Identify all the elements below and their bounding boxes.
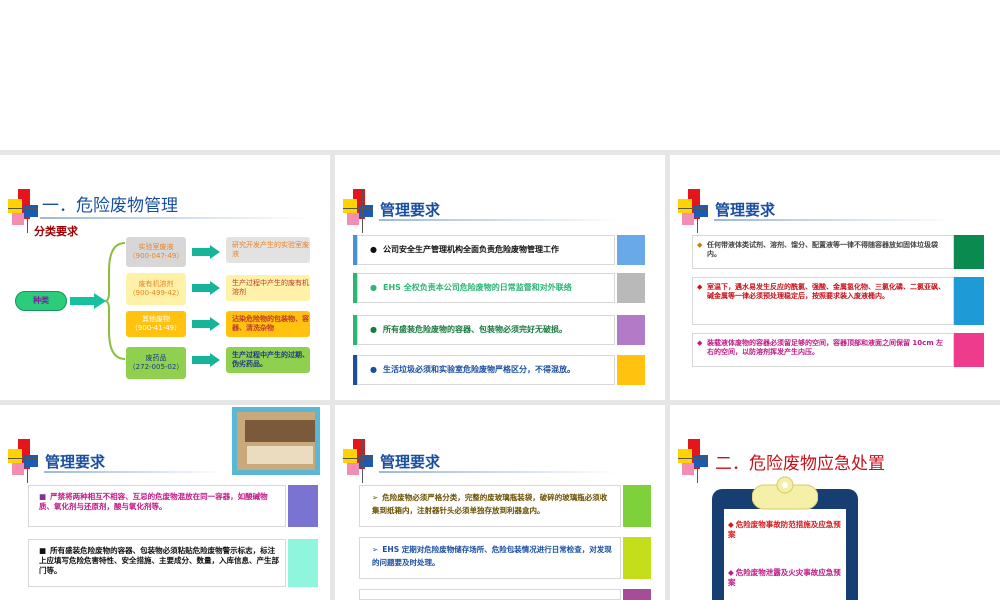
list-item-text: 危险废物必须严格分类，完整的废玻璃瓶装袋，破碎的玻璃瓶必须收集到纸箱内，注射器针… (372, 493, 608, 515)
item-accent (617, 315, 645, 345)
slide-decoration (678, 189, 708, 233)
list-item-text: 任何带液体类试剂、溶剂、馏分、配置液等一律不得随容器放如固体垃圾袋内。 (707, 241, 938, 259)
item-accent (623, 485, 651, 527)
item-accent (954, 277, 984, 325)
list-item: ● 生活垃圾必须和实验室危险废物严格区分，不得混放。 (357, 355, 615, 385)
category-desc: 沾染危险物的包装物、容器、清洗杂物 (226, 311, 310, 337)
category-code: （272-005-02） (128, 363, 184, 371)
slide-subtitle: 分类要求 (34, 225, 78, 238)
category-code: （900-047-49） (128, 252, 184, 260)
list-item-text: 所有盛装危险废物的容器、包装物必须粘贴危险废物警示标志，标注上应填写危险危害特性… (39, 546, 279, 576)
tree-bracket (105, 242, 126, 360)
category-desc: 研究开发产生的实验室废液 (226, 237, 310, 263)
list-item: ➢ EHS 定期对危险废物储存场所、危险包装情况进行日常检查，对发现的问题要及时处… (359, 537, 621, 579)
slide-thumbnail-5[interactable]: 管理要求 ➢ 危险废物必须严格分类，完整的废玻璃瓶装袋，破碎的玻璃瓶必须收集到纸箱… (335, 405, 665, 600)
title-underline (714, 219, 954, 221)
list-item-text: 室温下，遇水易发生反应的酰氯、强酸、金属氢化物、三氯化磷、二氯亚砜、碱金属等一律… (707, 283, 945, 301)
category-code: （900-499-42） (128, 289, 184, 297)
arrow-icon (192, 281, 220, 295)
category-desc: 生产过程中产生的过期、伪劣药品。 (226, 347, 310, 373)
arrow-icon (70, 293, 106, 309)
item-accent (288, 539, 318, 587)
slide-title: 管理要求 (45, 453, 106, 471)
item-accent (623, 589, 651, 600)
list-item-text: EHS 全权负责本公司危险废物的日常监督和对外联络 (382, 282, 572, 292)
list-item-text: 危险废物事故防范措施及应急预案 (728, 520, 841, 540)
list-item-text: EHS 定期对危险废物储存场所、危险包装情况进行日常检查，对发现的问题要及时处理… (372, 545, 612, 567)
list-item: ➢ 危险废物必须严格分类，完整的废玻璃瓶装袋，破碎的玻璃瓶必须收集到纸箱内，注射器… (359, 485, 621, 527)
list-item: ◆ 室温下，遇水易发生反应的酰氯、强酸、金属氢化物、三氯化磷、二氯亚砜、碱金属等一… (692, 277, 954, 325)
slide-thumbnail-6[interactable]: 二．危险废物应急处置 ◆ 危险废物事故防范措施及应急预案 ◆ 危险废物泄露及火灾事故… (670, 405, 1000, 600)
category-node: 废有机溶剂 （900-499-42） (126, 273, 186, 305)
slide-thumbnail-3[interactable]: 管理要求 ◆ 任何带液体类试剂、溶剂、馏分、配置液等一律不得随容器放如固体垃圾袋内… (670, 155, 1000, 400)
item-accent (617, 273, 645, 303)
arrow-icon (192, 353, 220, 367)
category-desc: 生产过程中产生的废有机溶剂 (226, 275, 310, 301)
item-accent (359, 589, 621, 600)
slide-thumbnail-1[interactable]: 一．危险废物管理 分类要求 种类 实验室废液 （900-047-49） 研究开发… (0, 155, 330, 400)
list-item-text: 装载液体废物的容器必须留足够的空间，容器顶部和液面之间保留 10cm 左右的空间… (707, 339, 944, 357)
item-accent (954, 235, 984, 269)
item-accent (617, 235, 645, 265)
title-underline (44, 471, 224, 473)
item-accent (288, 485, 318, 527)
slide-thumbnail-2[interactable]: 管理要求 ● 公司安全生产管理机构全面负责危险废物管理工作 ● EHS 全权负责本公… (335, 155, 665, 400)
item-accent (623, 537, 651, 579)
root-node: 种类 (15, 291, 67, 311)
item-accent (954, 333, 984, 367)
category-name: 废药品 (145, 353, 167, 362)
list-item-text: 所有盛装危险废物的容器、包装物必须完好无破损。 (382, 324, 567, 334)
list-item-text: 生活垃圾必须和实验室危险废物严格区分，不得混放。 (382, 364, 575, 374)
slide-title: 管理要求 (380, 201, 441, 219)
arrow-icon (192, 245, 220, 259)
slide-title: 管理要求 (380, 453, 441, 471)
arrow-icon (192, 317, 220, 331)
list-item-text: 危险废物泄露及火灾事故应急预案 (728, 568, 841, 588)
category-node: 废药品 （272-005-02） (126, 347, 186, 379)
list-item: ◆ 危险废物泄露及火灾事故应急预案 (728, 568, 841, 588)
slide-decoration (8, 439, 38, 483)
category-node: 实验室废液 （900-047-49） (126, 237, 186, 267)
slide-thumbnail-4[interactable]: 管理要求 ■ 严禁将两种相互不相容、互忌的危废物混放在同一容器，如酸碱物质、氧化剂… (0, 405, 330, 600)
slide-decoration (343, 439, 373, 483)
title-underline (379, 471, 619, 473)
slide-decoration (678, 439, 708, 483)
category-name: 其他废物 (142, 314, 170, 323)
list-item: ◆ 任何带液体类试剂、溶剂、馏分、配置液等一律不得随容器放如固体垃圾袋内。 (692, 235, 954, 269)
category-name: 废有机溶剂 (138, 279, 174, 288)
title-underline (379, 219, 619, 221)
hazard-label-photo (232, 407, 320, 475)
item-accent (617, 355, 645, 385)
clipboard-clip-icon (752, 476, 818, 510)
category-code: （900-41-49） (130, 324, 182, 332)
list-item: ■ 严禁将两种相互不相容、互忌的危废物混放在同一容器，如酸碱物质、氧化剂与还原剂，… (28, 485, 286, 527)
list-item-text: 公司安全生产管理机构全面负责危险废物管理工作 (382, 244, 559, 254)
list-item: ■ 所有盛装危险废物的容器、包装物必须粘贴危险废物警示标志，标注上应填写危险危害特… (28, 539, 286, 587)
list-item: ● 公司安全生产管理机构全面负责危险废物管理工作 (357, 235, 615, 265)
slide-title: 管理要求 (715, 201, 776, 219)
category-name: 实验室废液 (138, 242, 174, 251)
list-item-text: 严禁将两种相互不相容、互忌的危废物混放在同一容器，如酸碱物质、氧化剂与还原剂，酸… (39, 492, 268, 512)
slide-title: 一．危险废物管理 (42, 196, 178, 216)
list-item: ◆ 装载液体废物的容器必须留足够的空间，容器顶部和液面之间保留 10cm 左右的空… (692, 333, 954, 367)
slide-decoration (343, 189, 373, 233)
list-item: ◆ 危险废物事故防范措施及应急预案 (728, 520, 841, 540)
slide-title: 二．危险废物应急处置 (715, 454, 885, 474)
category-node: 其他废物 （900-41-49） (126, 311, 186, 337)
list-item: ● EHS 全权负责本公司危险废物的日常监督和对外联络 (357, 273, 615, 303)
title-underline (40, 217, 310, 219)
list-item: ● 所有盛装危险废物的容器、包装物必须完好无破损。 (357, 315, 615, 345)
